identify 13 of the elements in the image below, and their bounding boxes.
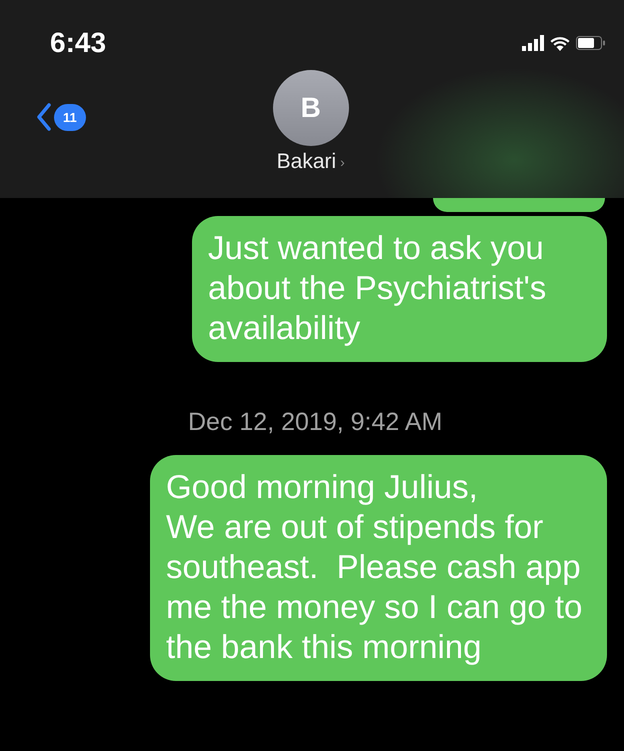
- chevron-right[interactable]: ›: [340, 154, 345, 170]
- back-button[interactable]: 11: [36, 102, 86, 132]
- wifi-icon: [550, 35, 570, 51]
- chevron-left-icon: [36, 103, 52, 131]
- message-text: Just wanted to ask you about the Psychiatrist's availability: [208, 228, 548, 348]
- message-timestamp: Dec 12, 2019, 9:42 AM: [188, 408, 442, 437]
- avatar[interactable]: B: [272, 70, 349, 146]
- unread-badge: 11: [54, 104, 86, 130]
- battery-icon: [576, 35, 606, 51]
- message-text: Good morning Julius, We are out of stipends for southeast. Please cash app me the money so I can go to the bank this morning: [166, 467, 584, 667]
- signal-icon: [522, 35, 544, 51]
- status-time: 6:43: [50, 27, 106, 59]
- contact-name[interactable]: Bakari: [276, 150, 336, 174]
